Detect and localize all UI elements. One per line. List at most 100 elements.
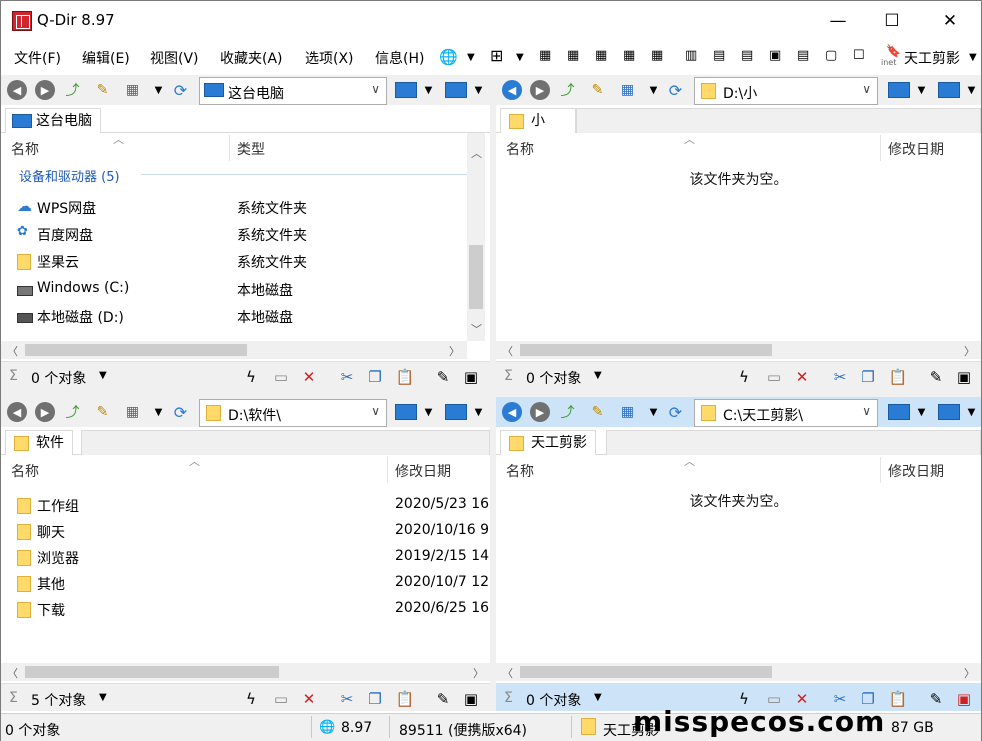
copy-icon[interactable]: ❐ bbox=[365, 368, 385, 386]
col-modified[interactable]: 修改日期 bbox=[888, 139, 944, 159]
col-name[interactable]: 名称 bbox=[11, 461, 39, 481]
scroll-thumb[interactable] bbox=[25, 344, 247, 356]
desktop-icon[interactable] bbox=[445, 404, 467, 420]
layout-icon[interactable]: ▤ bbox=[741, 48, 753, 63]
properties-icon[interactable]: ✎ bbox=[433, 690, 453, 708]
chevron-down-icon[interactable]: ∨ bbox=[862, 404, 871, 418]
select-icon[interactable]: ▣ bbox=[461, 690, 481, 708]
back-icon[interactable]: ◀ bbox=[502, 80, 522, 100]
horizontal-scrollbar[interactable]: 〈 〉 bbox=[496, 663, 981, 681]
up-folder-icon[interactable]: ⤴ bbox=[63, 81, 82, 99]
scroll-up-icon[interactable]: ︿ bbox=[471, 145, 482, 161]
paste-icon[interactable]: 📋 bbox=[395, 368, 415, 386]
new-folder-icon[interactable]: ✎ bbox=[588, 403, 607, 421]
folder-tab[interactable]: 小 bbox=[500, 108, 576, 134]
list-item[interactable]: ☁ WPS网盘 系统文件夹 bbox=[1, 195, 461, 221]
scroll-thumb[interactable] bbox=[520, 666, 772, 678]
folder-tab[interactable]: 天工剪影 bbox=[500, 430, 596, 456]
column-divider[interactable] bbox=[880, 135, 881, 161]
scroll-down-icon[interactable]: ﹀ bbox=[471, 321, 482, 337]
scroll-left-icon[interactable]: 〈 bbox=[502, 343, 513, 359]
layout-icon[interactable]: ☐ bbox=[853, 48, 865, 63]
chevron-down-icon[interactable]: ▼ bbox=[969, 52, 977, 63]
chevron-down-icon[interactable]: ▼ bbox=[149, 403, 168, 421]
scroll-left-icon[interactable]: 〈 bbox=[502, 665, 513, 681]
bookmark-icon[interactable]: 🔖 bbox=[886, 44, 901, 58]
properties-icon[interactable]: ✎ bbox=[926, 690, 946, 708]
chevron-down-icon[interactable]: ∨ bbox=[371, 404, 380, 418]
layout-icon[interactable]: ▦ bbox=[651, 48, 663, 63]
scroll-thumb[interactable] bbox=[520, 344, 772, 356]
refresh-icon[interactable]: ⟳ bbox=[171, 81, 190, 100]
address-bar[interactable]: D:\软件\ ∨ bbox=[199, 399, 387, 427]
layout-icon[interactable]: ▤ bbox=[797, 48, 809, 63]
maximize-button[interactable]: ☐ bbox=[865, 1, 919, 41]
address-bar[interactable]: 这台电脑 ∨ bbox=[199, 77, 387, 105]
paste-icon[interactable]: 📋 bbox=[888, 368, 908, 386]
close-button[interactable]: ✕ bbox=[923, 1, 977, 41]
back-icon[interactable]: ◀ bbox=[7, 402, 27, 422]
col-modified[interactable]: 修改日期 bbox=[888, 461, 944, 481]
list-item[interactable]: ✿ 百度网盘 系统文件夹 bbox=[1, 222, 461, 248]
refresh-icon[interactable]: ⟳ bbox=[171, 403, 190, 422]
layout-icon[interactable]: ▦ bbox=[595, 48, 607, 63]
delete-icon[interactable]: ✕ bbox=[792, 368, 812, 386]
col-modified[interactable]: 修改日期 bbox=[395, 461, 451, 481]
desktop-icon[interactable] bbox=[938, 404, 960, 420]
list-item[interactable]: 下载 2020/6/25 16 bbox=[1, 597, 490, 623]
rename-icon[interactable]: ▭ bbox=[271, 368, 291, 386]
back-icon[interactable]: ◀ bbox=[7, 80, 27, 100]
copy-icon[interactable]: ❐ bbox=[858, 368, 878, 386]
delete-icon[interactable]: ✕ bbox=[299, 368, 319, 386]
list-item[interactable]: 浏览器 2019/2/15 14 bbox=[1, 545, 490, 571]
address-bar[interactable]: C:\天工剪影\ ∨ bbox=[694, 399, 878, 427]
folder-tab[interactable]: 软件 bbox=[5, 430, 73, 456]
lightning-icon[interactable]: ϟ bbox=[734, 368, 754, 386]
vertical-scrollbar[interactable]: ︿ ﹀ bbox=[467, 133, 485, 341]
col-name[interactable]: 名称 bbox=[11, 139, 39, 159]
chevron-down-icon[interactable]: ∨ bbox=[371, 82, 380, 96]
globe-icon[interactable]: 🌐 bbox=[439, 48, 458, 66]
select-icon[interactable]: ▣ bbox=[954, 690, 974, 708]
list-item[interactable]: 本地磁盘 (D:) 本地磁盘 bbox=[1, 304, 461, 330]
horizontal-scrollbar[interactable]: 〈 〉 bbox=[1, 341, 467, 359]
copy-icon[interactable]: ❐ bbox=[365, 690, 385, 708]
cut-icon[interactable]: ✂ bbox=[337, 368, 357, 386]
up-folder-icon[interactable]: ⤴ bbox=[63, 403, 82, 421]
menu-favorites[interactable]: 收藏夹(A) bbox=[220, 48, 283, 68]
column-divider[interactable] bbox=[229, 135, 230, 161]
view-mode-icon[interactable]: ▦ bbox=[618, 403, 637, 421]
monitor-icon[interactable] bbox=[395, 404, 417, 420]
cut-icon[interactable]: ✂ bbox=[337, 690, 357, 708]
paste-icon[interactable]: 📋 bbox=[888, 690, 908, 708]
scroll-thumb[interactable] bbox=[25, 666, 279, 678]
chevron-down-icon[interactable]: ▼ bbox=[594, 692, 602, 703]
scroll-right-icon[interactable]: 〉 bbox=[964, 343, 975, 359]
globe-icon[interactable]: 🌐 bbox=[319, 720, 335, 735]
scroll-thumb[interactable] bbox=[469, 245, 483, 309]
horizontal-scrollbar[interactable]: 〈 〉 bbox=[496, 341, 981, 359]
up-folder-icon[interactable]: ⤴ bbox=[558, 81, 577, 99]
col-name[interactable]: 名称 bbox=[506, 139, 534, 159]
refresh-icon[interactable]: ⟳ bbox=[666, 403, 685, 422]
chevron-down-icon[interactable]: ▼ bbox=[419, 81, 438, 99]
layout-icon[interactable]: ▥ bbox=[685, 48, 697, 63]
scroll-right-icon[interactable]: 〉 bbox=[473, 665, 484, 681]
view-mode-icon[interactable]: ▦ bbox=[618, 81, 637, 99]
list-item[interactable]: Windows (C:) 本地磁盘 bbox=[1, 277, 461, 303]
scroll-left-icon[interactable]: 〈 bbox=[7, 665, 18, 681]
group-header[interactable]: 设备和驱动器 (5) bbox=[19, 166, 120, 185]
object-count[interactable]: 0 个对象 bbox=[31, 368, 86, 388]
column-divider[interactable] bbox=[880, 457, 881, 483]
chevron-down-icon[interactable]: ▼ bbox=[912, 403, 931, 421]
layout-icon[interactable]: ▦ bbox=[539, 48, 551, 63]
col-type[interactable]: 类型 bbox=[237, 139, 265, 159]
layout-icon[interactable]: ▤ bbox=[713, 48, 725, 63]
forward-icon[interactable]: ▶ bbox=[35, 80, 55, 100]
layout-icon[interactable]: ▦ bbox=[567, 48, 579, 63]
list-item[interactable]: 其他 2020/10/7 12 bbox=[1, 571, 490, 597]
properties-icon[interactable]: ✎ bbox=[433, 368, 453, 386]
paste-icon[interactable]: 📋 bbox=[395, 690, 415, 708]
monitor-icon[interactable] bbox=[888, 404, 910, 420]
object-count[interactable]: 0 个对象 bbox=[526, 690, 581, 710]
